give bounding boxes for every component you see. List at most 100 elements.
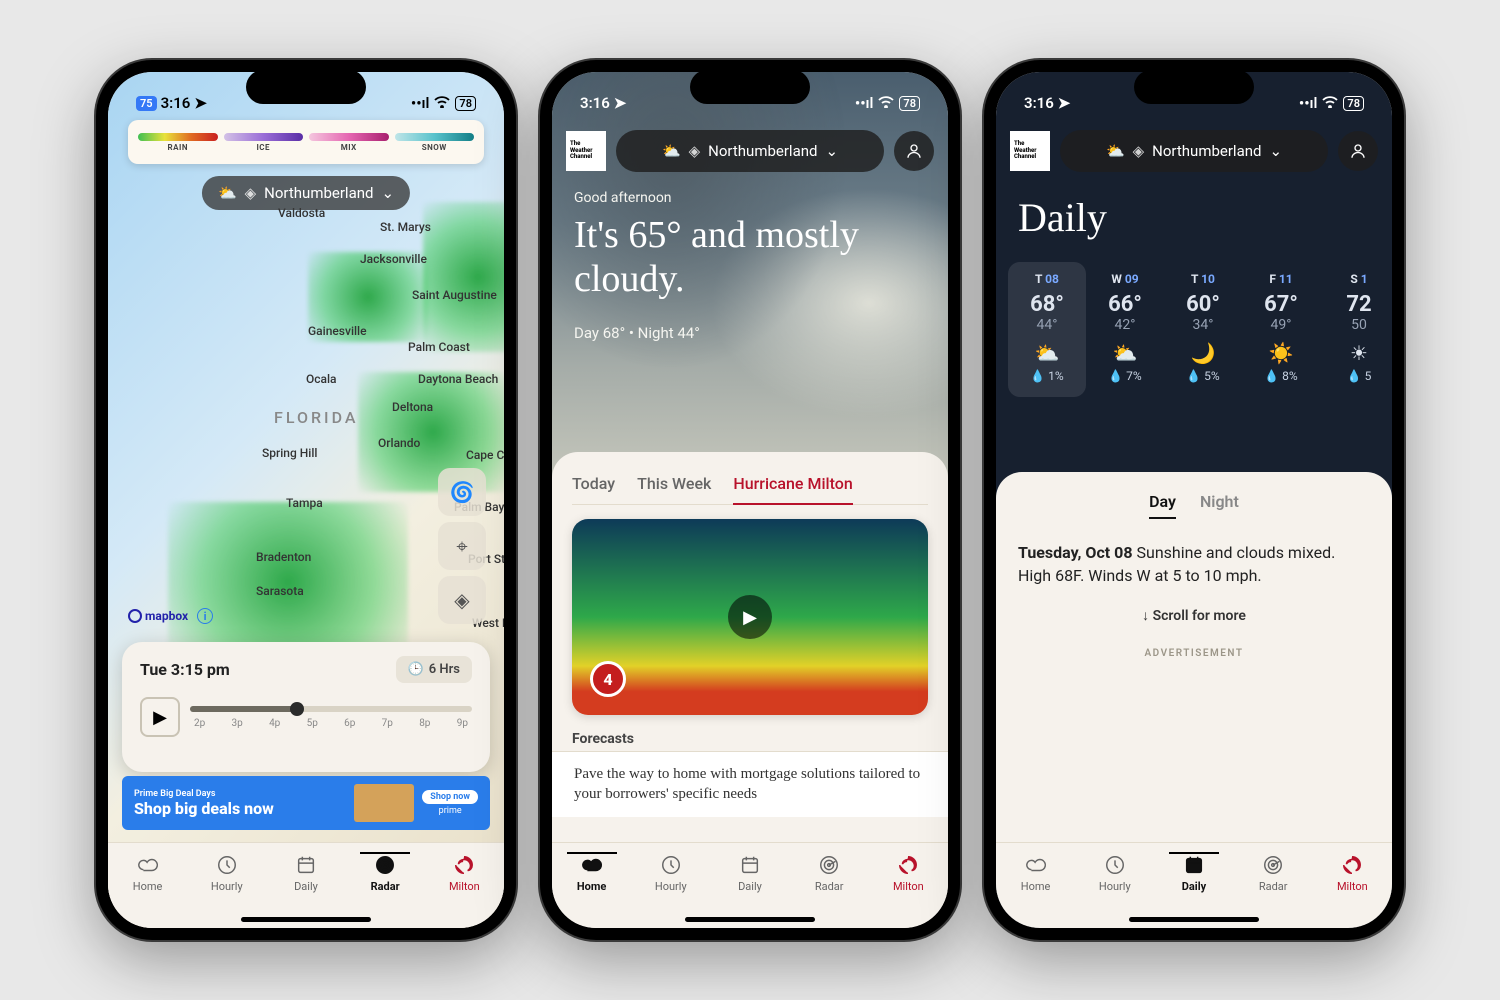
city-label: Ocala <box>306 372 337 386</box>
phone-daily: 3:16 ➤ ••ıl 78 TheWeatherChannel ⛅ ◈ Nor… <box>984 60 1404 940</box>
play-icon: ▶ <box>728 595 772 639</box>
brand-logo[interactable]: TheWeatherChannel <box>1010 131 1050 171</box>
arrow-down-icon: ↓ <box>1142 608 1149 624</box>
tab-label: Hourly <box>655 880 687 893</box>
day-column[interactable]: S 1 7250 ☀💧 5 <box>1320 262 1392 397</box>
city-label: Deltona <box>392 400 433 414</box>
location-selector[interactable]: ⛅ ◈ Northumberland ⌄ <box>1060 130 1328 172</box>
radar-icon <box>817 853 841 877</box>
tab-hourly[interactable]: Hourly <box>195 853 259 893</box>
tab-label: Daily <box>738 880 762 893</box>
location-selector[interactable]: ⛅ ◈ Northumberland ⌄ <box>202 176 410 210</box>
tick-label: 4p <box>269 718 280 729</box>
phone-home: 3:16 ➤ ••ıl 78 TheWeatherChannel ⛅ ◈ Nor… <box>540 60 960 940</box>
tab-daily[interactable]: Daily <box>1162 853 1226 893</box>
chevron-down-icon: ⌄ <box>825 142 838 160</box>
ad-image <box>354 784 414 822</box>
wifi-icon <box>434 94 450 112</box>
day-column[interactable]: F 11 67°49° ☀️💧 8% <box>1242 262 1320 397</box>
radar-legend: RAINICEMIXSNOW <box>128 120 484 164</box>
brand-logo[interactable]: TheWeatherChannel <box>566 131 606 171</box>
location-name: Northumberland <box>1152 142 1261 160</box>
daily-icon <box>1182 853 1206 877</box>
tab-home[interactable]: Home <box>1004 853 1068 893</box>
content-sheet: Today This Week Hurricane Milton ▶ 4 Forec… <box>552 452 948 842</box>
city-label: Jacksonville <box>360 252 427 266</box>
sponsored-promo[interactable]: Pave the way to home with mortgage solut… <box>552 751 948 817</box>
tab-label: Radar <box>371 880 400 893</box>
ad-banner[interactable]: Prime Big Deal Days Shop big deals now S… <box>122 776 490 830</box>
day-column[interactable]: T 10 60°34° 🌙💧 5% <box>1164 262 1242 397</box>
home-indicator[interactable] <box>1129 917 1259 922</box>
ad-cta: Shop now <box>422 790 478 804</box>
hurricane-layer-button[interactable]: 🌀 <box>438 468 486 516</box>
weather-headline: It's 65° and mostly cloudy. <box>574 214 926 301</box>
tab-home[interactable]: Home <box>560 853 624 893</box>
tab-bar: Home Hourly Daily Radar Milton <box>996 842 1392 928</box>
day-column[interactable]: T 08 68°44° ⛅💧 1% <box>1008 262 1086 397</box>
city-label: Orlando <box>378 436 420 450</box>
tab-daily[interactable]: Daily <box>718 853 782 893</box>
tab-daily[interactable]: Daily <box>274 853 338 893</box>
tab-label: Milton <box>449 880 480 893</box>
tab-radar[interactable]: Radar <box>353 853 417 893</box>
day-night-temps: Day 68° • Night 44° <box>574 324 700 342</box>
day-selector-strip[interactable]: T 08 68°44° ⛅💧 1%W 09 66°42° ⛅💧 7%T 10 6… <box>1008 262 1392 397</box>
home-icon <box>580 853 604 877</box>
signal-icon: ••ıl <box>855 94 874 112</box>
timeline-slider[interactable]: 2p3p4p5p6p7p8p9p <box>190 706 472 729</box>
tab-day[interactable]: Day <box>1149 492 1176 519</box>
chevron-down-icon: ⌄ <box>1269 142 1282 160</box>
home-icon <box>136 853 160 877</box>
tab-milton[interactable]: Milton <box>1320 853 1384 893</box>
city-label: Sarasota <box>256 584 304 598</box>
tab-label: Hourly <box>1099 880 1131 893</box>
tab-radar[interactable]: Radar <box>1241 853 1305 893</box>
home-indicator[interactable] <box>241 917 371 922</box>
profile-button[interactable] <box>894 131 934 171</box>
section-header-forecasts: Forecasts <box>572 731 928 747</box>
advertisement-label: ADVERTISEMENT <box>1018 648 1370 659</box>
scroll-for-more[interactable]: ↓ Scroll for more <box>1018 607 1370 624</box>
tab-milton[interactable]: Milton <box>876 853 940 893</box>
tab-label: Home <box>1021 880 1051 893</box>
cloud-sun-icon: ⛅ <box>662 142 681 160</box>
content-tab[interactable]: Hurricane Milton <box>733 470 852 505</box>
tab-hourly[interactable]: Hourly <box>639 853 703 893</box>
locate-me-button[interactable]: ⌖ <box>438 522 486 570</box>
signal-icon: ••ıl <box>411 94 430 112</box>
legend-item-snow: SNOW <box>395 133 475 152</box>
tab-radar[interactable]: Radar <box>797 853 861 893</box>
location-services-icon: ➤ <box>194 94 207 112</box>
city-label: Palm Coast <box>408 340 470 354</box>
tab-home[interactable]: Home <box>116 853 180 893</box>
legend-item-mix: MIX <box>309 133 389 152</box>
content-tab[interactable]: This Week <box>637 470 711 504</box>
tab-night[interactable]: Night <box>1200 492 1239 519</box>
tab-milton[interactable]: Milton <box>432 853 496 893</box>
timeline-range-button[interactable]: 🕒 6 Hrs <box>396 656 472 683</box>
tick-label: 2p <box>194 718 205 729</box>
play-button[interactable]: ▶ <box>140 697 180 737</box>
location-arrow-icon: ◈ <box>245 184 257 202</box>
day-column[interactable]: W 09 66°42° ⛅💧 7% <box>1086 262 1164 397</box>
cloud-sun-icon: ⛅ <box>1106 142 1125 160</box>
home-indicator[interactable] <box>685 917 815 922</box>
page-title: Daily <box>1018 194 1107 241</box>
profile-button[interactable] <box>1338 131 1378 171</box>
tab-hourly[interactable]: Hourly <box>1083 853 1147 893</box>
milton-icon <box>452 853 476 877</box>
location-selector[interactable]: ⛅ ◈ Northumberland ⌄ <box>616 130 884 172</box>
mapbox-attribution[interactable]: mapbox i <box>128 608 213 624</box>
ad-headline: Shop big deals now <box>134 799 354 818</box>
signal-icon: ••ıl <box>1299 94 1318 112</box>
hurricane-video-card[interactable]: ▶ 4 <box>572 519 928 715</box>
state-label: FLORIDA <box>274 408 358 427</box>
content-tab[interactable]: Today <box>572 470 615 504</box>
daily-icon <box>294 853 318 877</box>
home-icon <box>1024 853 1048 877</box>
tab-label: Home <box>133 880 163 893</box>
battery-icon: 78 <box>1343 96 1364 111</box>
map-layers-button[interactable]: ◈ <box>438 576 486 624</box>
tab-bar: Home Hourly Daily Radar Milton <box>552 842 948 928</box>
